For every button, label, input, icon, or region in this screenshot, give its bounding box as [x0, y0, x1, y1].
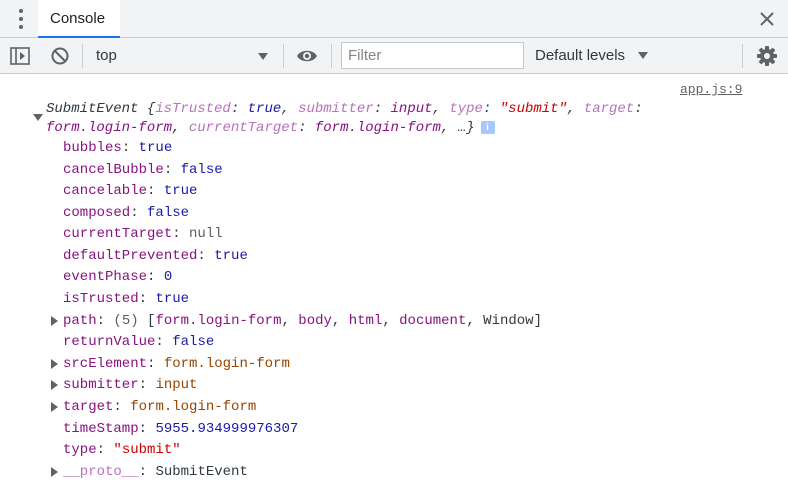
more-options-icon[interactable]	[14, 9, 28, 29]
info-icon[interactable]: i	[480, 121, 495, 134]
property-row: composed: false	[63, 205, 190, 221]
property-row: returnValue: false	[63, 334, 215, 350]
source-link[interactable]: app.js:9	[680, 82, 742, 97]
property-row-expandable[interactable]: submitter: input	[63, 375, 197, 395]
drawer-tab-bar: Console	[0, 0, 788, 38]
expand-triangle-icon[interactable]	[33, 114, 43, 121]
eye-icon[interactable]	[296, 45, 318, 67]
tab-console[interactable]: Console	[38, 0, 120, 38]
property-row-expandable[interactable]: path: (5) [form.login-form, body, html, …	[63, 311, 542, 331]
log-levels-dropdown[interactable]: Default levels	[535, 43, 655, 69]
triangle-down-icon	[258, 53, 268, 60]
toolbar-divider	[331, 44, 332, 68]
property-row-expandable[interactable]: __proto__: SubmitEvent	[63, 462, 248, 482]
toolbar-divider	[82, 44, 83, 68]
gear-icon[interactable]	[756, 45, 778, 67]
context-selector[interactable]: top	[88, 43, 276, 69]
object-summary-line-2[interactable]: form.login-form, currentTarget: form.log…	[46, 118, 495, 138]
close-icon[interactable]	[756, 8, 778, 30]
property-row: type: "submit"	[63, 442, 181, 458]
filter-input[interactable]	[341, 42, 524, 69]
property-row: cancelBubble: false	[63, 162, 223, 178]
property-row: bubbles: true	[63, 140, 173, 156]
property-row: isTrusted: true	[63, 291, 190, 307]
property-row: timeStamp: 5955.934999976307	[63, 421, 299, 437]
tab-console-label: Console	[50, 10, 106, 27]
property-row: currentTarget: null	[63, 226, 223, 242]
log-levels-value: Default levels	[535, 47, 626, 64]
property-row: cancelable: true	[63, 183, 198, 199]
expand-triangle-icon[interactable]	[51, 316, 58, 326]
toolbar-divider	[742, 44, 743, 68]
object-summary-line-1[interactable]: SubmitEvent {isTrusted: true, submitter:…	[46, 99, 643, 119]
expand-triangle-icon[interactable]	[51, 467, 58, 477]
console-toolbar: top Default levels	[0, 38, 788, 74]
context-selector-value: top	[96, 47, 117, 64]
property-row: eventPhase: 0	[63, 269, 173, 285]
property-row: defaultPrevented: true	[63, 248, 248, 264]
toolbar-divider	[283, 44, 284, 68]
expand-triangle-icon[interactable]	[51, 359, 58, 369]
property-row-expandable[interactable]: srcElement: form.login-form	[63, 354, 290, 374]
clear-console-icon[interactable]	[49, 45, 71, 67]
triangle-down-icon	[638, 52, 648, 59]
sidebar-toggle-icon[interactable]	[9, 45, 31, 67]
property-row-expandable[interactable]: target: form.login-form	[63, 397, 256, 417]
expand-triangle-icon[interactable]	[51, 402, 58, 412]
expand-triangle-icon[interactable]	[51, 380, 58, 390]
